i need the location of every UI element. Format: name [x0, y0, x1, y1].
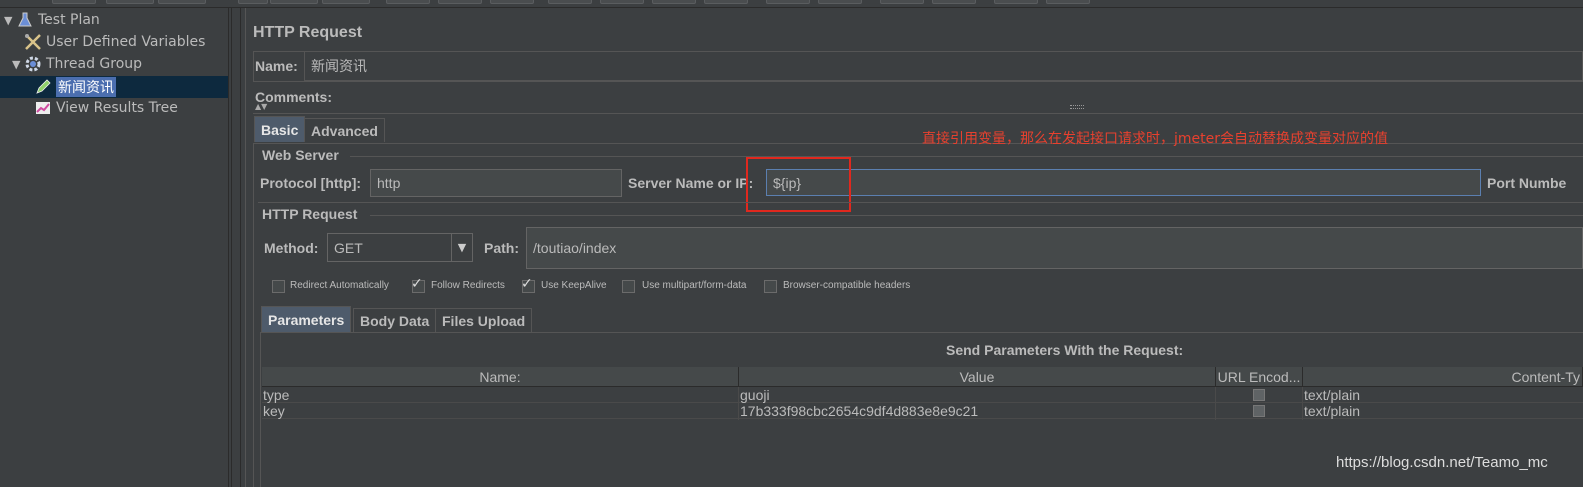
divider: [260, 332, 1583, 333]
panel-title: HTTP Request: [253, 24, 363, 41]
name-label: Name:: [255, 58, 298, 74]
chart-icon: [34, 99, 52, 117]
protocol-input[interactable]: http: [370, 169, 622, 197]
toolbar-button[interactable]: [322, 0, 370, 4]
column-header-value[interactable]: Value: [739, 367, 1216, 387]
tree-item-label: User Defined Variables: [46, 34, 206, 50]
toolbar-button[interactable]: [880, 0, 924, 4]
param-name-cell[interactable]: type: [262, 387, 739, 403]
method-label: Method:: [264, 240, 319, 256]
toolbar-button[interactable]: [158, 0, 206, 4]
toolbar-button[interactable]: [106, 0, 154, 4]
toolbar-button[interactable]: [818, 0, 862, 4]
tree-item-label: View Results Tree: [56, 100, 178, 116]
tab-files-upload[interactable]: Files Upload: [435, 308, 533, 332]
param-value-cell[interactable]: guoji: [739, 387, 1216, 403]
tree-item-sampler[interactable]: 新闻资讯: [34, 76, 116, 98]
tree-item-label: 新闻资讯: [56, 77, 116, 97]
checkbox-label: Redirect Automatically: [290, 280, 389, 291]
toolbar-button[interactable]: [994, 0, 1038, 4]
tree-item-thread-group[interactable]: ▼ Thread Group: [12, 53, 142, 75]
protocol-label: Protocol [http]:: [260, 175, 362, 191]
param-name-cell[interactable]: key: [262, 403, 739, 419]
multipart-checkbox[interactable]: [622, 280, 635, 293]
tree-item-label: Test Plan: [38, 12, 100, 28]
resize-grip-icon[interactable]: [1070, 105, 1084, 109]
column-header-name[interactable]: Name:: [262, 367, 739, 387]
flask-icon: [16, 11, 34, 29]
expand-arrow-icon[interactable]: ▼: [12, 58, 24, 71]
gear-icon: [24, 55, 42, 73]
url-encode-checkbox[interactable]: [1253, 389, 1265, 401]
column-divider: [1302, 387, 1303, 420]
expand-arrow-icon[interactable]: ▼: [4, 14, 16, 27]
divider: [350, 156, 1583, 157]
parameters-title: Send Parameters With the Request:: [946, 342, 1184, 358]
content-type-cell[interactable]: text/plain: [1303, 387, 1583, 403]
path-input[interactable]: /toutiao/index: [526, 227, 1583, 269]
toolbar-button[interactable]: [386, 0, 430, 4]
watermark-text: https://blog.csdn.net/Teamo_mc: [1336, 454, 1548, 471]
server-name-label: Server Name or IP:: [628, 175, 754, 191]
toolbar: [0, 0, 1583, 8]
wrench-icon: [24, 33, 42, 51]
toolbar-button[interactable]: [932, 0, 976, 4]
name-field[interactable]: 新闻资讯: [304, 51, 1583, 81]
toolbar-button[interactable]: [1046, 0, 1090, 4]
param-value-cell[interactable]: 17b333f98cbc2654c9df4d883e8e9c21: [739, 403, 1216, 419]
checkbox-label: Browser-compatible headers: [783, 280, 911, 291]
highlight-box: [746, 157, 851, 212]
tab-parameters[interactable]: Parameters: [261, 306, 352, 332]
toolbar-button[interactable]: [270, 0, 318, 4]
method-value: GET: [334, 239, 363, 256]
redirect-automatically-checkbox[interactable]: [272, 280, 285, 293]
port-label: Port Numbe: [1487, 175, 1567, 191]
http-request-section-title: HTTP Request: [262, 206, 358, 222]
tree-item-user-defined-variables[interactable]: User Defined Variables: [24, 31, 205, 53]
toolbar-button[interactable]: [548, 0, 592, 4]
url-encode-checkbox[interactable]: [1253, 405, 1265, 417]
web-server-section-title: Web Server: [262, 147, 339, 163]
column-divider: [738, 387, 739, 420]
tree-item-label: Thread Group: [46, 56, 143, 72]
toolbar-button[interactable]: [52, 0, 96, 4]
tab-body-data[interactable]: Body Data: [353, 308, 437, 332]
toolbar-button[interactable]: [238, 0, 268, 4]
checkbox-label: Follow Redirects: [431, 280, 505, 291]
checkbox-label: Use KeepAlive: [541, 280, 607, 291]
column-header-url-encode[interactable]: URL Encod...: [1216, 367, 1303, 387]
tab-basic[interactable]: Basic: [254, 116, 306, 142]
browser-compatible-checkbox[interactable]: [764, 280, 777, 293]
toolbar-button[interactable]: [490, 0, 534, 4]
toolbar-button[interactable]: [704, 0, 748, 4]
collapse-arrows-icon[interactable]: ▲▼: [255, 103, 267, 111]
checkmark-icon: ✓: [411, 276, 423, 292]
tab-advanced[interactable]: Advanced: [304, 118, 385, 142]
column-header-content-type[interactable]: Content-Ty: [1303, 367, 1583, 387]
divider: [258, 202, 1583, 203]
toolbar-button[interactable]: [600, 0, 644, 4]
divider: [253, 113, 1583, 114]
annotation-text: 直接引用变量，那么在发起接口请求时，jmeter会自动替换成变量对应的值: [922, 131, 1388, 147]
tree-item-test-plan[interactable]: ▼ Test Plan: [4, 9, 100, 31]
content-type-cell[interactable]: text/plain: [1303, 403, 1583, 419]
pencil-icon: [34, 78, 52, 96]
divider: [260, 332, 261, 487]
divider: [253, 143, 254, 487]
checkbox-label: Use multipart/form-data: [642, 280, 747, 291]
toolbar-button[interactable]: [652, 0, 696, 4]
checkmark-icon: ✓: [521, 276, 533, 292]
column-divider: [1215, 387, 1216, 420]
splitter[interactable]: [231, 8, 241, 487]
chevron-down-icon[interactable]: ▼: [451, 234, 472, 261]
server-name-input[interactable]: ${ip}: [766, 169, 1481, 196]
toolbar-button[interactable]: [438, 0, 482, 4]
path-label: Path:: [484, 240, 519, 256]
tree-item-view-results-tree[interactable]: View Results Tree: [34, 97, 178, 119]
divider: [370, 215, 1583, 216]
toolbar-button[interactable]: [766, 0, 810, 4]
